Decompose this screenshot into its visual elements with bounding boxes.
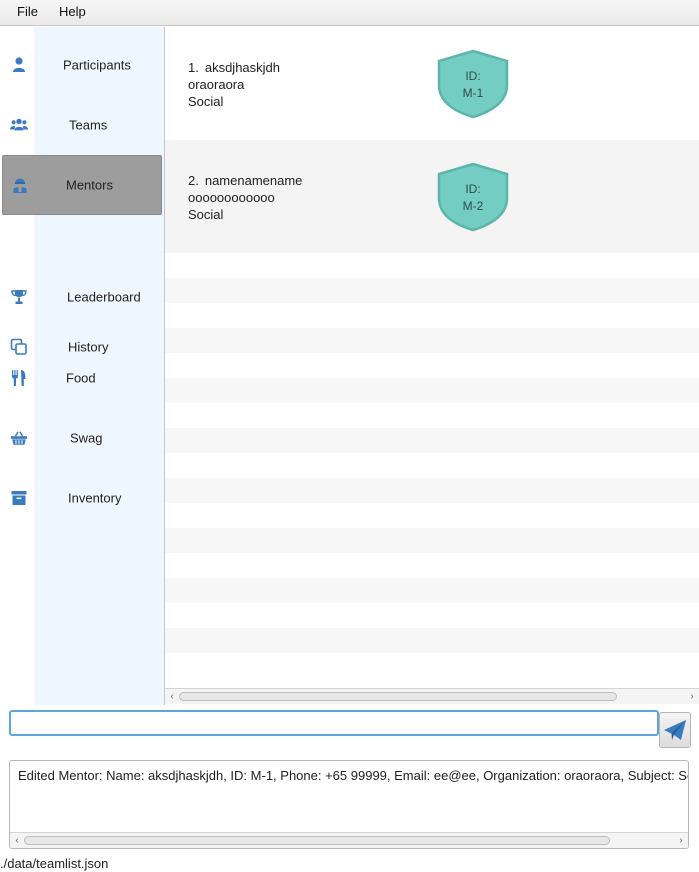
users-icon [9,115,29,135]
mentor-index: 2. [188,173,199,188]
empty-row [165,503,699,528]
result-display[interactable]: Edited Mentor: Name: aksdjhaskjdh, ID: M… [9,760,689,849]
empty-row [165,653,699,678]
archive-icon [9,488,29,508]
utensils-icon [9,368,29,388]
menu-help[interactable]: Help [55,4,90,19]
mentor-organization: oraoraora [188,77,245,92]
sidebar-item-inventory[interactable]: Inventory [2,468,162,528]
empty-row [165,328,699,353]
mentor-card[interactable]: 1. aksdjhaskjdh oraoraora Social ID: M-1 [165,27,699,140]
scroll-right-arrow-icon[interactable]: › [675,834,687,848]
list-horizontal-scrollbar[interactable]: ‹ › [165,688,699,704]
empty-row [165,553,699,578]
basket-icon [9,428,29,448]
scrollbar-thumb[interactable] [24,836,610,845]
mentor-id-badge: ID: M-2 [437,162,509,232]
badge-id-value: M-2 [462,199,484,213]
sidebar-item-teams[interactable]: Teams [2,95,162,155]
sidebar-item-swag[interactable]: Swag [2,408,162,468]
sidebar: Participants Teams Mentors Leaderboard H… [0,27,164,705]
menu-bar: File Help [0,0,699,26]
menu-file[interactable]: File [13,4,42,19]
empty-row [165,403,699,428]
sidebar-item-participants[interactable]: Participants [2,35,162,95]
mentor-name: aksdjhaskjdh [204,60,280,75]
mentor-organization: oooooooooooo [188,190,275,205]
mentor-subject: Social [188,94,224,109]
status-file-path: ./data/teamlist.json [0,856,109,871]
scroll-left-arrow-icon[interactable]: ‹ [166,690,178,704]
empty-row [165,428,699,453]
empty-row [165,453,699,478]
result-horizontal-scrollbar[interactable]: ‹ › [10,832,688,848]
empty-row [165,603,699,628]
empty-row [165,353,699,378]
mentor-name: namenamename [204,173,303,188]
sidebar-item-label: Food [66,370,96,386]
empty-row [165,578,699,603]
scrollbar-thumb[interactable] [179,692,617,701]
empty-row [165,303,699,328]
mentor-details: 1. aksdjhaskjdh oraoraora Social [188,59,280,110]
empty-row [165,378,699,403]
badge-id-value: M-1 [462,86,484,100]
sidebar-item-label: Inventory [68,490,122,506]
mentor-card[interactable]: 2. namenamename oooooooooooo Social ID: M… [165,140,699,253]
sidebar-item-label: Teams [69,117,108,133]
result-text: Edited Mentor: Name: aksdjhaskjdh, ID: M… [18,768,689,783]
empty-row [165,528,699,553]
mentor-list[interactable]: 1. aksdjhaskjdh oraoraora Social ID: M-1 … [165,27,699,687]
paper-plane-icon [664,720,686,740]
badge-id-label: ID: [465,69,481,83]
sidebar-item-food[interactable]: Food [2,348,162,408]
sidebar-item-label: Mentors [66,177,113,193]
empty-row [165,278,699,303]
mentor-id-badge: ID: M-1 [437,49,509,119]
trophy-icon [9,287,29,307]
scroll-left-arrow-icon[interactable]: ‹ [11,834,23,848]
sidebar-item-mentors[interactable]: Mentors [2,155,162,215]
user-icon [9,55,29,75]
sidebar-item-label: Participants [63,57,131,73]
mentor-details: 2. namenamename oooooooooooo Social [188,172,302,223]
sidebar-item-label: Leaderboard [67,289,141,305]
badge-id-label: ID: [465,182,481,196]
sidebar-item-label: Swag [70,430,103,446]
mentor-icon [10,175,30,195]
mentor-index: 1. [188,60,199,75]
empty-row [165,478,699,503]
send-button[interactable] [659,712,691,748]
empty-row [165,253,699,278]
scroll-right-arrow-icon[interactable]: › [686,690,698,704]
command-input[interactable] [9,710,659,736]
empty-row [165,628,699,653]
mentor-subject: Social [188,207,224,222]
